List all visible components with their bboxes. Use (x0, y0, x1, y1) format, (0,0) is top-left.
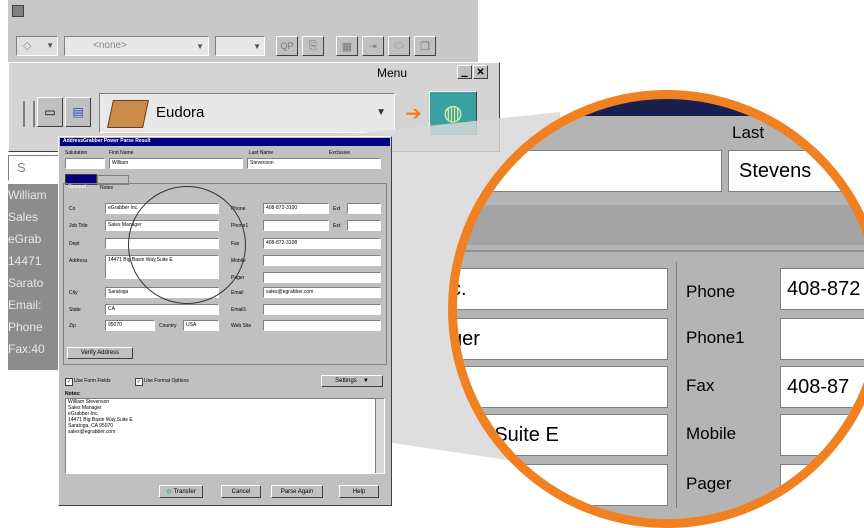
address-label: Address (69, 258, 88, 264)
zoom-phone-field[interactable]: 408-872 (780, 268, 864, 310)
email1-label: Email1 (231, 307, 247, 313)
website-label: Web Site (231, 323, 252, 329)
verify-address-button[interactable]: Verify Address (67, 347, 133, 359)
country-label: Country (159, 323, 177, 329)
zip-field[interactable]: 95070 (105, 320, 155, 331)
state-field[interactable]: CA (105, 304, 219, 315)
zoom-last-name-field[interactable]: Stevens (728, 150, 864, 192)
zoom-last-label: Last (732, 123, 765, 142)
zip-label: Zip (69, 323, 76, 329)
first-name-field[interactable]: William (109, 158, 243, 169)
zoom-phone1-field[interactable] (780, 318, 864, 360)
cancel-button[interactable]: Cancel (221, 485, 261, 498)
dialog-title: AddressGrabber Power Parse Result (63, 138, 151, 144)
parse-again-button[interactable]: Parse Again (271, 485, 323, 498)
dept-label: Dept (69, 241, 80, 247)
magnifier-lens-small (128, 186, 246, 304)
settings-button[interactable]: Settings ▼ (321, 375, 383, 387)
zoom-city-field[interactable] (457, 464, 668, 506)
transfer-button-label: Transfer (173, 488, 196, 495)
city-label: City (69, 290, 78, 296)
magnified-content: Last Stevens c. ger Way,Suite E Phone Ph… (457, 99, 864, 508)
state-label: State (69, 307, 81, 313)
zoom-phone1-label: Phone1 (686, 328, 745, 347)
use-format-options-checkbox[interactable]: ✓ (135, 378, 143, 386)
phone1-field[interactable] (263, 220, 329, 231)
phone-field[interactable]: 408-872-3100 (263, 203, 329, 214)
zoom-mobile-field[interactable] (780, 414, 864, 456)
pager-field[interactable] (263, 272, 381, 283)
ext1-label: Ext (333, 223, 341, 229)
ext-label: Ext (333, 206, 341, 212)
zoom-tab-strip (457, 205, 864, 245)
last-name-label: Last Name (249, 150, 274, 156)
last-name-field[interactable]: Stevenson (247, 158, 381, 169)
zoom-tab-divider (457, 250, 864, 252)
country-field[interactable]: USA (183, 320, 219, 331)
zoom-pager-field[interactable] (780, 464, 864, 506)
zoom-titlebar (457, 99, 864, 116)
transfer-button[interactable]: ◍ Transfer (159, 485, 203, 498)
parse-result-dialog: AddressGrabber Power Parse Result Saluta… (58, 136, 392, 506)
zoom-mobile-label: Mobile (686, 424, 737, 443)
zoom-phone-label: Phone (686, 282, 736, 301)
notes-scrollbar[interactable] (375, 399, 384, 473)
zoom-address-field[interactable]: Way,Suite E (457, 414, 668, 456)
zoom-fax-label: Fax (686, 376, 715, 395)
notes-textarea[interactable]: William Stevenson Sales Manager eGrabber… (65, 398, 385, 474)
job-title-label: Job Title (69, 223, 88, 229)
extra-label: Exclusive (329, 150, 351, 156)
first-name-label: First Name (109, 150, 134, 156)
mobile-field[interactable] (263, 255, 381, 266)
salutation-field[interactable] (65, 158, 105, 169)
notes-line: sales@egrabber.com (68, 429, 116, 435)
zoom-first-name-field[interactable] (460, 150, 722, 192)
ext-field[interactable] (347, 203, 381, 214)
website-field[interactable] (263, 320, 381, 331)
email-label: Email (231, 290, 244, 296)
email-field[interactable]: sales@egrabber.com (263, 287, 381, 298)
zoom-dept-field[interactable] (457, 366, 668, 408)
use-form-fields-label: Use Form Fields (74, 378, 111, 384)
settings-button-label: Settings (335, 378, 357, 384)
zoom-fax-field[interactable]: 408-87 (780, 366, 864, 408)
zoom-column-divider (676, 262, 677, 508)
notes-label: Notes: (65, 391, 81, 397)
fax-field[interactable]: 408-872-3108 (263, 238, 381, 249)
use-form-fields-checkbox[interactable]: ✓ (65, 378, 73, 386)
email1-field[interactable] (263, 304, 381, 315)
salutation-label: Salutation (65, 150, 88, 156)
zoom-company-field[interactable]: c. (457, 268, 668, 310)
chevron-down-icon: ▼ (362, 378, 369, 384)
help-button[interactable]: Help (339, 485, 379, 498)
transfer-icon: ◍ (166, 489, 172, 495)
ext1-field[interactable] (347, 220, 381, 231)
zoom-job-title-field[interactable]: ger (457, 318, 668, 360)
company-label: Co (69, 206, 76, 212)
magnified-view: Last Stevens c. ger Way,Suite E Phone Ph… (448, 90, 864, 528)
use-format-options-label: Use Format Options (144, 378, 189, 384)
zoom-pager-label: Pager (686, 474, 732, 493)
dialog-titlebar: AddressGrabber Power Parse Result (60, 138, 390, 146)
